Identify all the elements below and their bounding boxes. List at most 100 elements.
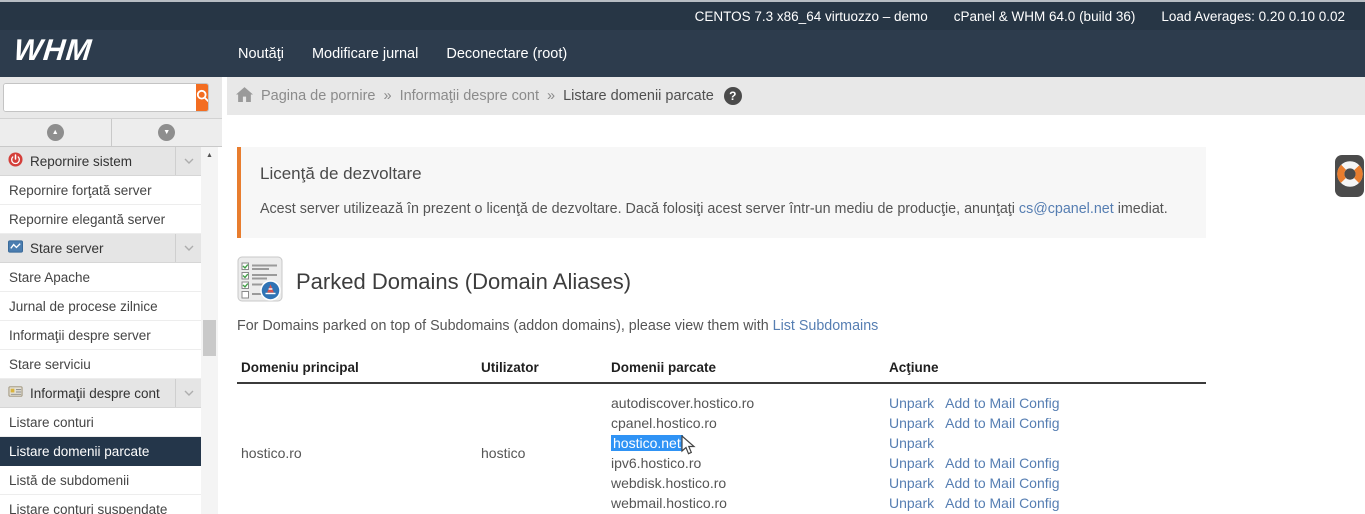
- scroll-up-control[interactable]: ▲: [0, 119, 112, 146]
- cpanel-version-text: cPanel & WHM 64.0 (build 36): [954, 9, 1136, 24]
- sidebar-group-informatii-cont[interactable]: Informaţii despre cont: [0, 379, 201, 408]
- main-domain-value: hostico.ro: [241, 445, 302, 461]
- parked-domains-icon: [237, 256, 283, 307]
- list-subdomains-link[interactable]: List Subdomains: [773, 318, 879, 334]
- sidebar-item-label: Stare serviciu: [9, 357, 91, 372]
- scrollbar-up-arrow-icon[interactable]: ▲: [201, 147, 218, 159]
- server-status-icon: [8, 239, 23, 257]
- add-to-mail-config-link[interactable]: Add to Mail Config: [945, 495, 1059, 511]
- nav-logout[interactable]: Deconectare (root): [446, 46, 567, 62]
- support-tab[interactable]: [1335, 155, 1364, 197]
- page-title: Parked Domains (Domain Aliases): [296, 269, 631, 295]
- chevron-down-icon[interactable]: [175, 147, 201, 175]
- unpark-link[interactable]: Unpark: [889, 415, 934, 431]
- scroll-down-control[interactable]: ▼: [112, 119, 223, 146]
- sidebar-menu: Repornire sistem Repornire forţată serve…: [0, 147, 201, 514]
- search-combo: [3, 83, 209, 112]
- home-icon[interactable]: [236, 87, 253, 106]
- parked-domain: cpanel.hostico.ro: [611, 415, 717, 431]
- sidebar-item-informatii-server[interactable]: Informaţii despre server: [0, 321, 201, 350]
- intro-label: For Domains parked on top of Subdomains …: [237, 318, 773, 334]
- unpark-link[interactable]: Unpark: [889, 435, 934, 451]
- cpanel-email-link[interactable]: cs@cpanel.net: [1019, 201, 1114, 217]
- add-to-mail-config-link[interactable]: Add to Mail Config: [945, 475, 1059, 491]
- sidebar-group-stare-server[interactable]: Stare server: [0, 234, 201, 263]
- sidebar-item-label: Repornire elegantă server: [9, 212, 165, 227]
- os-version-text: CENTOS 7.3 x86_64 virtuozzo – demo: [695, 9, 928, 24]
- sidebar-item-stare-apache[interactable]: Stare Apache: [0, 263, 201, 292]
- col-header-domeniu-principal: Domeniu principal: [237, 360, 477, 375]
- notice-body: Acest server utilizează în prezent o lic…: [260, 201, 1206, 217]
- parked-domain: webdisk.hostico.ro: [611, 475, 726, 491]
- parked-domain-selected: hostico.net: [611, 435, 683, 451]
- unpark-link[interactable]: Unpark: [889, 455, 934, 471]
- sidebar-scrollbar[interactable]: ▲: [201, 147, 218, 514]
- sidebar-item-label: Listare conturi: [9, 415, 94, 430]
- search-button[interactable]: [196, 84, 209, 111]
- parked-domain: autodiscover.hostico.ro: [611, 395, 754, 411]
- down-arrow-icon: ▼: [158, 124, 175, 141]
- load-averages-text: Load Averages: 0.20 0.10 0.02: [1161, 9, 1345, 24]
- search-input[interactable]: [4, 84, 196, 111]
- sidebar-item-listare-conturi-suspendate[interactable]: Listare conturi suspendate: [0, 495, 201, 514]
- nav-news[interactable]: Noutăţi: [238, 46, 284, 62]
- section-header: Parked Domains (Domain Aliases): [237, 256, 631, 307]
- sidebar-item-label: Informaţii despre server: [9, 328, 151, 343]
- breadcrumb-separator: »: [383, 88, 391, 104]
- table-header-row: Domeniu principal Utilizator Domenii par…: [237, 360, 1206, 384]
- life-ring-icon: [1337, 161, 1363, 192]
- sidebar-item-repornire-eleganta[interactable]: Repornire elegantă server: [0, 205, 201, 234]
- main-nav: Noutăţi Modificare jurnal Deconectare (r…: [238, 30, 567, 77]
- unpark-link[interactable]: Unpark: [889, 395, 934, 411]
- power-icon: [8, 152, 23, 170]
- notice-text: imediat.: [1114, 201, 1168, 217]
- sidebar-group-repornire-sistem[interactable]: Repornire sistem: [0, 147, 201, 176]
- main-domain-cell: hostico.ro: [237, 393, 477, 513]
- parked-domain: webmail.hostico.ro: [611, 495, 727, 511]
- notice-text: Acest server utilizează în prezent o lic…: [260, 201, 1019, 217]
- unpark-link[interactable]: Unpark: [889, 495, 934, 511]
- sidebar-item-label: Listare domenii parcate: [9, 444, 149, 459]
- help-icon[interactable]: ?: [724, 87, 742, 105]
- sidebar-item-label: Jurnal de procese zilnice: [9, 299, 158, 314]
- sidebar-item-lista-subdomenii[interactable]: Listă de subdomenii: [0, 466, 201, 495]
- breadcrumb-account-info[interactable]: Informaţii despre cont: [400, 88, 539, 104]
- sidebar-group-label: Repornire sistem: [30, 154, 132, 169]
- col-header-domenii-parcate: Domenii parcate: [607, 360, 885, 375]
- scrollbar-thumb[interactable]: [203, 320, 216, 356]
- sidebar-group-label: Informaţii despre cont: [30, 386, 160, 401]
- sidebar-item-label: Listă de subdomenii: [9, 473, 129, 488]
- chevron-down-icon[interactable]: [175, 234, 201, 262]
- main-content: Licenţă de dezvoltare Acest server utili…: [230, 115, 1365, 514]
- unpark-link[interactable]: Unpark: [889, 475, 934, 491]
- table-row: hostico.ro hostico autodiscover.hostico.…: [237, 384, 1206, 513]
- sidebar-group-label: Stare server: [30, 241, 104, 256]
- notice-title: Licenţă de dezvoltare: [260, 164, 1206, 184]
- account-info-icon: [8, 384, 23, 402]
- sidebar-item-listare-domenii-parcate[interactable]: Listare domenii parcate: [0, 437, 201, 466]
- sidebar-item-label: Stare Apache: [9, 270, 90, 285]
- server-status-bar: CENTOS 7.3 x86_64 virtuozzo – demo cPane…: [0, 0, 1365, 30]
- parked-domains-table: Domeniu principal Utilizator Domenii par…: [237, 360, 1206, 513]
- sidebar-item-jurnal-procese[interactable]: Jurnal de procese zilnice: [0, 292, 201, 321]
- add-to-mail-config-link[interactable]: Add to Mail Config: [945, 415, 1059, 431]
- col-header-utilizator: Utilizator: [477, 360, 607, 375]
- add-to-mail-config-link[interactable]: Add to Mail Config: [945, 395, 1059, 411]
- breadcrumb-separator: »: [547, 88, 555, 104]
- sidebar-item-label: Repornire forţată server: [9, 183, 152, 198]
- nav-change-log[interactable]: Modificare jurnal: [312, 46, 418, 62]
- sidebar-item-stare-serviciu[interactable]: Stare serviciu: [0, 350, 201, 379]
- sidebar-item-listare-conturi[interactable]: Listare conturi: [0, 408, 201, 437]
- whm-logo[interactable]: WHM: [12, 34, 94, 68]
- sidebar-item-label: Listare conturi suspendate: [9, 502, 167, 514]
- parked-domain: ipv6.hostico.ro: [611, 455, 701, 471]
- main-header: WHM Noutăţi Modificare jurnal Deconectar…: [0, 30, 1365, 77]
- sidebar-item-repornire-fortata[interactable]: Repornire forţată server: [0, 176, 201, 205]
- parked-domains-cell: autodiscover.hostico.ro cpanel.hostico.r…: [607, 393, 885, 513]
- sidebar-scroll-controls: ▲ ▼: [0, 119, 222, 147]
- chevron-down-icon[interactable]: [175, 379, 201, 407]
- breadcrumb-home[interactable]: Pagina de pornire: [261, 88, 375, 104]
- add-to-mail-config-link[interactable]: Add to Mail Config: [945, 455, 1059, 471]
- user-cell: hostico: [477, 393, 607, 513]
- actions-cell: Unpark Add to Mail Config Unpark Add to Ma…: [885, 393, 1206, 513]
